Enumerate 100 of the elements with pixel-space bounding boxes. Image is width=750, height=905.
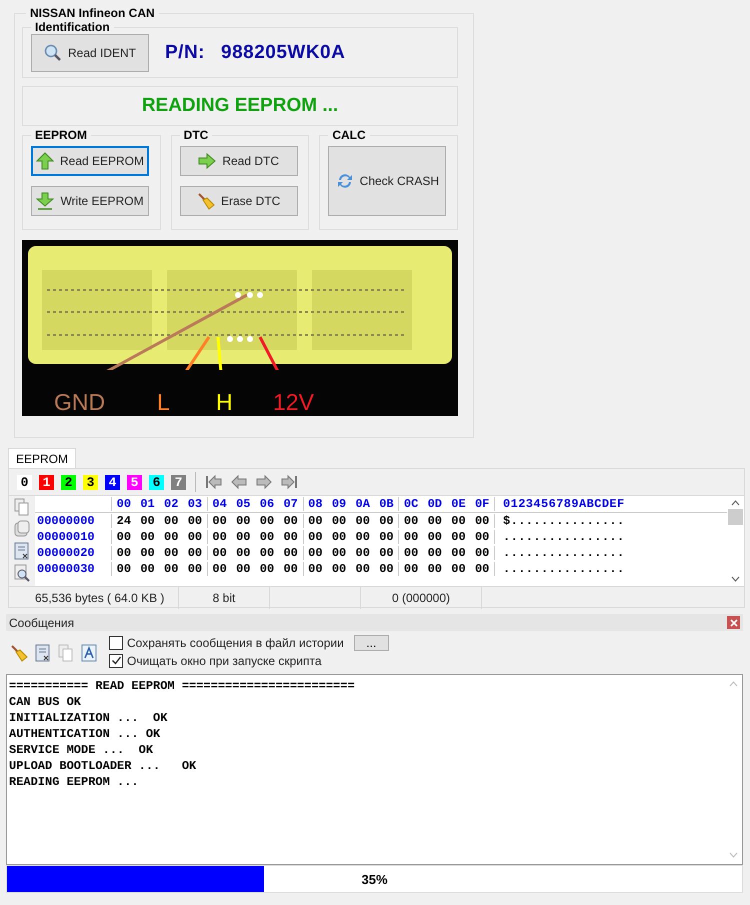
byte-cell[interactable]: 00 [136, 546, 160, 560]
action-button[interactable]: Check CRASH [328, 146, 446, 216]
byte-cell[interactable]: 00 [470, 514, 494, 528]
byte-cell[interactable]: 00 [446, 530, 470, 544]
color-swatch[interactable]: 4 [105, 474, 120, 490]
color-swatch[interactable]: 0 [17, 474, 32, 490]
byte-cell[interactable]: 00 [278, 562, 302, 576]
byte-cell[interactable]: 00 [255, 546, 279, 560]
address-cell-text: 00000010 [36, 530, 96, 544]
first-icon[interactable] [205, 474, 223, 490]
byte-cell[interactable]: 00 [422, 514, 447, 528]
byte-cell[interactable]: 00 [374, 514, 398, 528]
byte-cell[interactable]: 00 [470, 546, 494, 560]
byte-cell[interactable]: 00 [327, 530, 351, 544]
byte-cell[interactable]: 00 [374, 546, 398, 560]
byte-cell[interactable]: 00 [111, 546, 136, 560]
byte-cell[interactable]: 00 [350, 562, 375, 576]
color-swatch[interactable]: 1 [39, 474, 54, 490]
byte-cell[interactable]: 00 [470, 562, 494, 576]
document-x-icon[interactable] [14, 542, 30, 560]
byte-cell[interactable]: 00 [111, 562, 136, 576]
byte-cell[interactable]: 00 [446, 546, 470, 560]
byte-cell[interactable]: 00 [206, 562, 232, 576]
byte-cell[interactable]: 00 [327, 514, 351, 528]
checkbox[interactable] [109, 654, 123, 668]
action-button[interactable]: Erase DTC [180, 186, 298, 216]
byte-cell[interactable]: 00 [302, 530, 328, 544]
byte-cell[interactable]: 00 [278, 546, 302, 560]
byte-cell[interactable]: 00 [136, 530, 160, 544]
byte-cell[interactable]: 00 [327, 546, 351, 560]
byte-cell[interactable]: 00 [374, 562, 398, 576]
action-button[interactable]: Write EEPROM [31, 186, 149, 216]
byte-cell[interactable]: 00 [422, 562, 447, 576]
column-header: 07 [282, 497, 299, 511]
up-caret-icon[interactable] [731, 500, 740, 506]
eeprom-tab[interactable]: EEPROM [8, 448, 76, 468]
byte-cell[interactable]: 00 [422, 546, 447, 560]
byte-cell[interactable]: 00 [398, 514, 423, 528]
left-arrow-icon[interactable] [230, 474, 248, 490]
byte-cell[interactable]: 00 [255, 514, 279, 528]
action-button[interactable]: Read EEPROM [31, 146, 149, 176]
byte-cell[interactable]: 00 [278, 530, 302, 544]
byte-cell[interactable]: 24 [111, 514, 136, 528]
scrollbar[interactable] [727, 496, 744, 586]
byte-cell[interactable]: 00 [255, 562, 279, 576]
byte-cell[interactable]: 00 [159, 546, 184, 560]
byte-cell[interactable]: 00 [350, 546, 375, 560]
color-swatch[interactable]: 3 [83, 474, 98, 490]
byte-cell[interactable]: 00 [206, 514, 232, 528]
byte-cell[interactable]: 00 [446, 514, 470, 528]
byte-cell[interactable]: 00 [159, 530, 184, 544]
byte-cell[interactable]: 00 [206, 546, 232, 560]
byte-cell[interactable]: 00 [183, 562, 207, 576]
byte-cell[interactable]: 00 [278, 514, 302, 528]
byte-cell[interactable]: 00 [183, 530, 207, 544]
byte-cell[interactable]: 00 [159, 514, 184, 528]
byte-cell[interactable]: 00 [183, 514, 207, 528]
byte-cell[interactable]: 00 [111, 530, 136, 544]
byte-cell[interactable]: 00 [350, 514, 375, 528]
color-swatch[interactable]: 6 [149, 474, 164, 490]
byte-cell[interactable]: 00 [302, 562, 328, 576]
byte-cell[interactable]: 00 [470, 530, 494, 544]
copy-icon[interactable] [14, 498, 30, 516]
search-icon[interactable] [14, 564, 30, 582]
byte-cell[interactable]: 00 [231, 562, 256, 576]
font-icon[interactable] [81, 644, 97, 662]
byte-cell[interactable]: 00 [398, 562, 423, 576]
byte-cell[interactable]: 00 [327, 562, 351, 576]
byte-cell[interactable]: 00 [446, 562, 470, 576]
browse-button[interactable]: ... [354, 634, 389, 650]
byte-cell[interactable]: 00 [350, 530, 375, 544]
document-x-icon[interactable] [35, 644, 51, 662]
byte-cell[interactable]: 00 [231, 514, 256, 528]
byte-cell[interactable]: 00 [398, 530, 423, 544]
byte-cell[interactable]: 00 [136, 514, 160, 528]
column-header: 0F [474, 497, 490, 511]
byte-cell[interactable]: 00 [422, 530, 447, 544]
byte-cell[interactable]: 00 [231, 530, 256, 544]
checkbox[interactable] [109, 636, 123, 650]
byte-cell[interactable]: 00 [255, 530, 279, 544]
byte-cell[interactable]: 00 [231, 546, 256, 560]
read-ident-button[interactable]: Read IDENT [31, 34, 149, 72]
byte-cell[interactable]: 00 [374, 530, 398, 544]
byte-cell[interactable]: 00 [302, 546, 328, 560]
scrollbar-thumb[interactable] [728, 509, 743, 525]
last-icon[interactable] [280, 474, 298, 490]
down-caret-icon[interactable] [731, 576, 740, 582]
byte-cell[interactable]: 00 [206, 530, 232, 544]
color-swatch[interactable]: 7 [171, 474, 186, 490]
right-arrow-icon[interactable] [255, 474, 273, 490]
close-button[interactable] [727, 616, 740, 629]
byte-cell[interactable]: 00 [302, 514, 328, 528]
byte-cell[interactable]: 00 [183, 546, 207, 560]
color-swatch[interactable]: 2 [61, 474, 76, 490]
action-button[interactable]: Read DTC [180, 146, 298, 176]
byte-cell[interactable]: 00 [159, 562, 184, 576]
broom-icon[interactable] [10, 644, 28, 662]
byte-cell[interactable]: 00 [136, 562, 160, 576]
log-line: UPLOAD BOOTLOADER ... OK [9, 759, 198, 775]
byte-cell[interactable]: 00 [398, 546, 423, 560]
